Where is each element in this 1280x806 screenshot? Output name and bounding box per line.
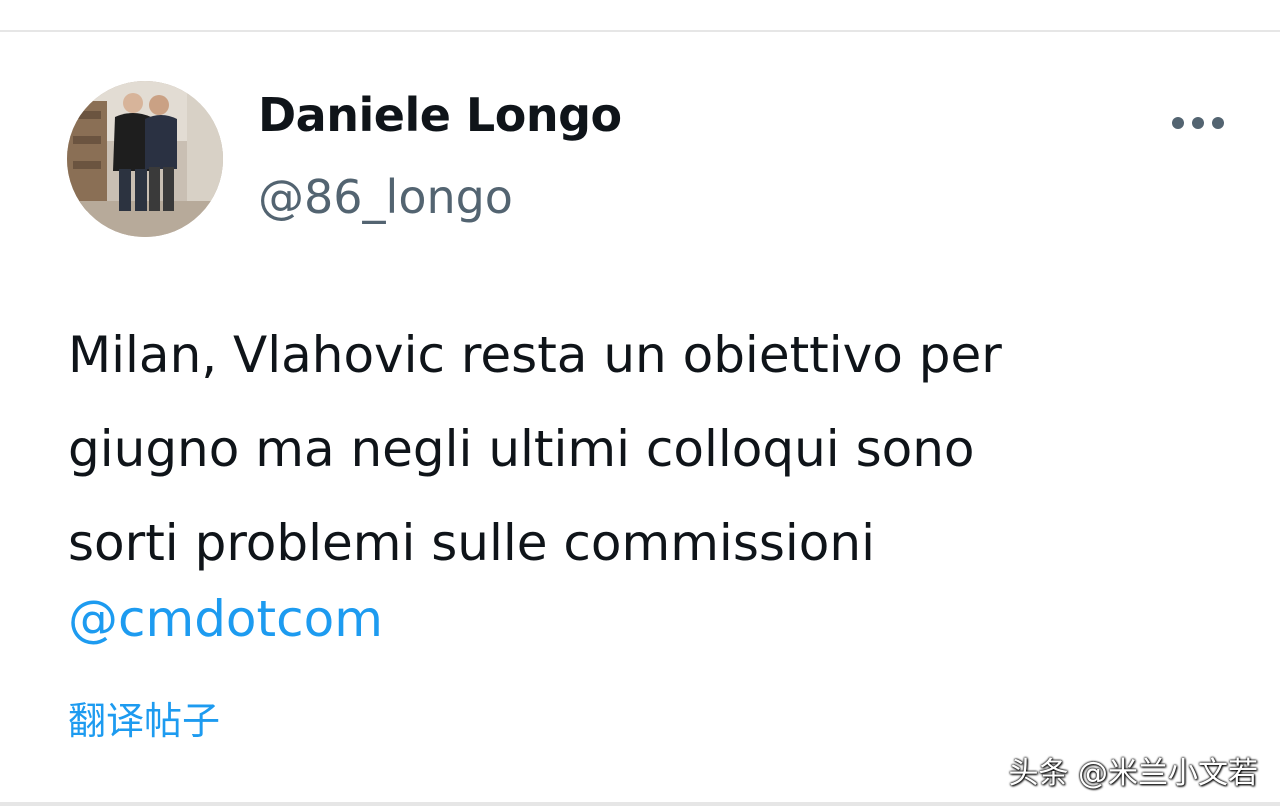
tweet-text-line: sorti problemi sulle commissioni	[68, 514, 875, 572]
avatar-photo-icon	[67, 81, 223, 237]
tweet-text-line: Milan, Vlahovic resta un obiettivo per	[68, 326, 1002, 384]
author-avatar[interactable]	[67, 81, 223, 237]
more-horizontal-icon	[1172, 117, 1224, 129]
top-divider	[0, 0, 1280, 32]
author-handle[interactable]: @86_longo	[258, 170, 513, 224]
translate-post-link[interactable]: 翻译帖子	[68, 690, 220, 745]
author-display-name[interactable]: Daniele Longo	[258, 88, 622, 142]
more-options-button[interactable]	[1166, 108, 1230, 138]
watermark: 头条 @米兰小文若	[1008, 756, 1258, 791]
tweet-text-line: giugno ma negli ultimi colloqui sono	[68, 420, 975, 478]
bottom-divider	[0, 802, 1280, 806]
tweet-body: Milan, Vlahovic resta un obiettivo per g…	[68, 308, 1248, 590]
mention-link[interactable]: @cmdotcom	[68, 590, 383, 648]
